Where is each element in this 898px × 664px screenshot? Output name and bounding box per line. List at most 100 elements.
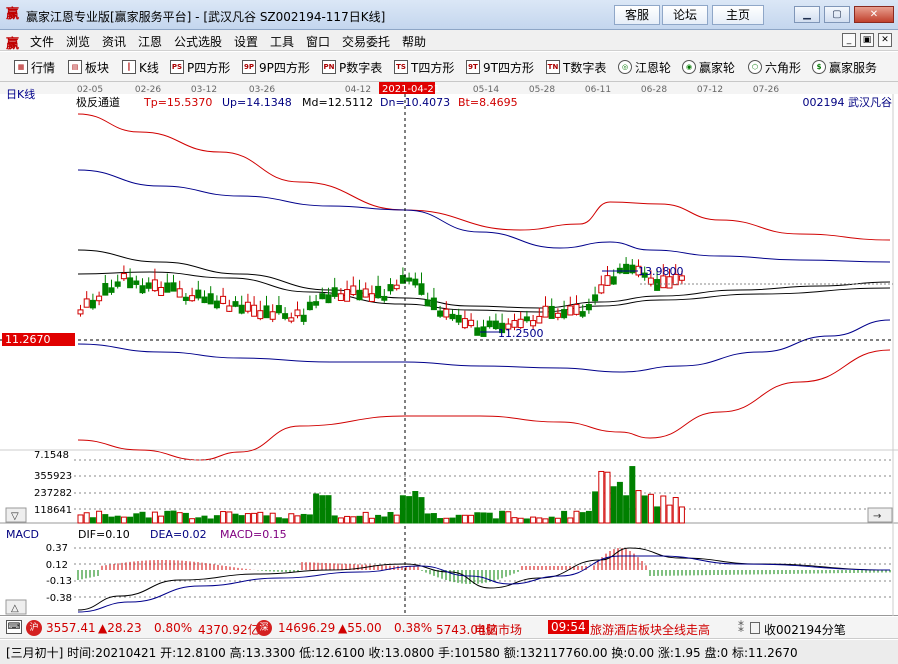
volume-bar bbox=[530, 516, 537, 524]
volume-bar bbox=[486, 512, 493, 524]
volume-bar bbox=[585, 510, 592, 524]
kline-chart[interactable]: 02-05 02-26 03-12 03-26 04-12 05-14 05-28 06-11… bbox=[0, 82, 898, 616]
volume-bar bbox=[437, 518, 444, 524]
close-icon[interactable]: ✕ bbox=[854, 6, 894, 23]
forum-button[interactable]: 论坛 bbox=[662, 5, 708, 25]
bar-detail-status: [三月初十] 时间:20210421 开:12.8100 高:13.3300 低… bbox=[0, 640, 898, 664]
candle-body bbox=[263, 305, 270, 319]
volume-bar bbox=[300, 513, 307, 524]
menu-tools[interactable]: 工具 bbox=[270, 33, 294, 50]
volume-bar bbox=[641, 495, 648, 524]
9t-icon: 9T bbox=[466, 60, 480, 74]
volume-bar bbox=[616, 481, 623, 524]
minimize-icon[interactable]: ▁ bbox=[794, 6, 820, 23]
volume-bar bbox=[133, 513, 140, 524]
tool-9t-square[interactable]: 9T 9T四方形 bbox=[466, 59, 534, 75]
customer-service-button[interactable]: 客服 bbox=[614, 5, 660, 25]
menu-trade[interactable]: 交易委托 bbox=[342, 33, 390, 50]
candle-body bbox=[257, 310, 264, 320]
checkbox-icon[interactable] bbox=[750, 622, 760, 634]
pin-icon[interactable]: ⁑ bbox=[738, 621, 744, 635]
tool-t-table[interactable]: TN T数字表 bbox=[546, 59, 606, 75]
market-name[interactable]: 电脑市场 bbox=[474, 621, 522, 638]
scroll-up-glyph: △ bbox=[11, 603, 19, 614]
candle-body bbox=[195, 289, 202, 299]
market-status-bar: ⌨ 沪 3557.41 ▲28.23 0.80% 4370.92亿 深 1469… bbox=[0, 617, 898, 639]
candle-body bbox=[567, 305, 574, 316]
volume-bar bbox=[89, 517, 96, 524]
date-tick-label: 03-12 bbox=[191, 85, 217, 95]
kline-icon: ┃ bbox=[122, 60, 136, 74]
grid-icon: ▦ bbox=[14, 60, 28, 74]
tool-kline[interactable]: ┃ K线 bbox=[122, 59, 159, 75]
candle-body bbox=[244, 301, 251, 312]
mdi-restore-icon[interactable]: ▣ bbox=[860, 33, 874, 47]
menu-info[interactable]: 资讯 bbox=[102, 33, 126, 50]
volume-bar bbox=[145, 517, 152, 524]
volume-bar bbox=[356, 515, 363, 524]
tool-9p-square[interactable]: 9P 9P四方形 bbox=[242, 59, 310, 75]
candle-body bbox=[120, 273, 127, 280]
hexagon-icon: ⬡ bbox=[748, 60, 762, 74]
homepage-button[interactable]: 主页 bbox=[712, 5, 764, 25]
tool-p-table[interactable]: PN P数字表 bbox=[322, 59, 382, 75]
sz-index-pct: 0.38% bbox=[394, 621, 433, 635]
chart-canvas[interactable]: 02-05 02-26 03-12 03-26 04-12 05-14 05-28 06-11… bbox=[0, 82, 898, 616]
candle-body bbox=[145, 282, 152, 289]
news-ticker[interactable]: 旅游酒店板块全线走高 bbox=[590, 621, 710, 638]
volume-bar bbox=[77, 514, 84, 524]
app-logo-icon: 赢 bbox=[6, 7, 20, 22]
menu-file[interactable]: 文件 bbox=[30, 33, 54, 50]
candle-body bbox=[108, 287, 115, 293]
candle-body bbox=[158, 286, 165, 296]
menu-settings[interactable]: 设置 bbox=[234, 33, 258, 50]
candle-body bbox=[443, 308, 450, 318]
candle-body bbox=[96, 295, 103, 302]
candle-body bbox=[170, 282, 177, 292]
tool-sectors[interactable]: ▤ 板块 bbox=[68, 59, 109, 75]
candle-body bbox=[536, 315, 543, 324]
tool-winner-wheel[interactable]: ◉ 赢家轮 bbox=[682, 59, 735, 75]
tool-p-square[interactable]: PS P四方形 bbox=[170, 59, 230, 75]
menu-window[interactable]: 窗口 bbox=[306, 33, 330, 50]
menu-browse[interactable]: 浏览 bbox=[66, 33, 90, 50]
tool-gann-wheel[interactable]: ◎ 江恩轮 bbox=[618, 59, 671, 75]
volume-bar bbox=[492, 518, 499, 524]
volume-bar bbox=[238, 515, 245, 524]
tool-quotes[interactable]: ▦ 行情 bbox=[14, 59, 55, 75]
ts-icon: TS bbox=[394, 60, 408, 74]
volume-bar bbox=[362, 511, 369, 524]
volume-bar bbox=[368, 517, 375, 524]
volume-bar bbox=[220, 511, 227, 524]
volume-bar bbox=[461, 514, 468, 524]
tool-t-square[interactable]: TS T四方形 bbox=[394, 59, 454, 75]
mdi-close-icon[interactable]: ✕ bbox=[878, 33, 892, 47]
candle-body bbox=[356, 289, 363, 301]
volume-bar bbox=[344, 515, 351, 524]
candle-body bbox=[151, 279, 158, 292]
menu-formula[interactable]: 公式选股 bbox=[174, 33, 222, 50]
volume-bar bbox=[561, 510, 568, 524]
mdi-minimize-icon[interactable]: _ bbox=[842, 33, 856, 47]
volume-bar bbox=[201, 515, 208, 524]
menu-help[interactable]: 帮助 bbox=[402, 33, 426, 50]
candle-body bbox=[592, 294, 599, 302]
volume-bar bbox=[393, 514, 400, 524]
maximize-icon[interactable]: ▢ bbox=[824, 6, 850, 23]
volume-bar bbox=[182, 512, 189, 524]
volume-bar bbox=[313, 493, 320, 524]
volume-bar bbox=[623, 495, 630, 524]
tool-hexagon[interactable]: ⬡ 六角形 bbox=[748, 59, 801, 75]
volume-bar bbox=[102, 514, 109, 524]
volume-bar bbox=[83, 512, 90, 524]
sz-index-icon: 深 bbox=[256, 620, 272, 636]
close-tick-label[interactable]: 收002194分笔 bbox=[764, 621, 846, 638]
keyboard-icon[interactable]: ⌨ bbox=[6, 620, 22, 634]
volume-tick-high: 355923 bbox=[34, 471, 72, 482]
volume-bar bbox=[213, 515, 220, 524]
volume-tick-low: 118641 bbox=[34, 505, 72, 516]
date-cursor-value: 2021-04-21 bbox=[382, 84, 440, 95]
candle-body bbox=[449, 313, 456, 320]
tool-winner-service[interactable]: $ 赢家服务 bbox=[812, 59, 877, 75]
menu-gann[interactable]: 江恩 bbox=[138, 33, 162, 50]
